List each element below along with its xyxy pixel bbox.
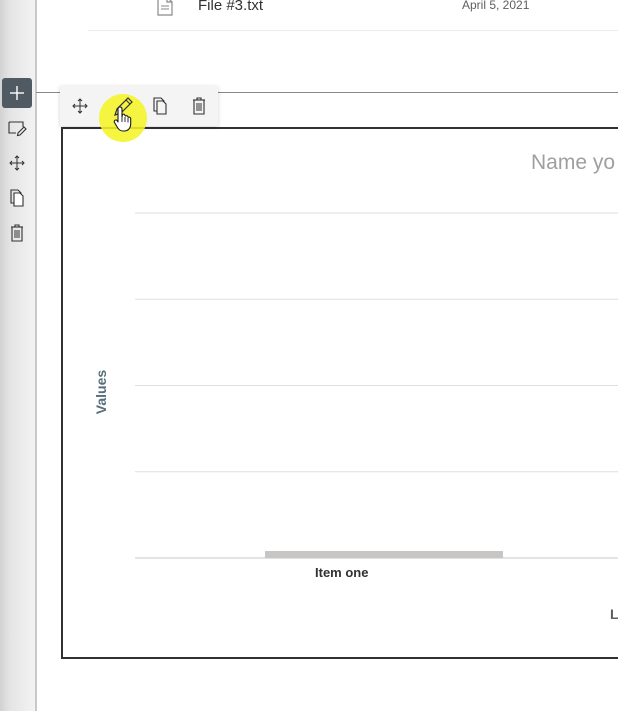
delete-section-button[interactable] (2, 218, 32, 248)
copy-icon (10, 189, 24, 207)
copy-icon (153, 97, 167, 115)
duplicate-web-part-button[interactable] (146, 92, 174, 120)
x-tick-label: Item one (315, 565, 369, 580)
hand-cursor-icon (113, 106, 132, 132)
document-icon (156, 0, 174, 16)
file-list-row[interactable]: File #3.txt April 5, 2021 (88, 0, 618, 31)
duplicate-section-button[interactable] (2, 183, 32, 213)
move-web-part-button[interactable] (66, 92, 94, 120)
trash-icon (11, 224, 23, 242)
add-section-button[interactable] (2, 78, 32, 108)
file-date: April 5, 2021 (462, 0, 530, 12)
trash-icon (193, 97, 205, 115)
legend-label: L (610, 606, 618, 622)
move-icon (72, 98, 88, 114)
plus-icon (10, 86, 24, 100)
bar-0 (265, 551, 503, 558)
chart-web-part[interactable]: Name yo Values Item one L (61, 127, 618, 659)
move-icon (9, 155, 25, 171)
delete-web-part-button[interactable] (185, 92, 213, 120)
file-name[interactable]: File #3.txt (198, 0, 263, 14)
edit-section-icon (8, 121, 27, 137)
section-toolbar (2, 78, 34, 253)
edit-section-button[interactable] (2, 113, 32, 143)
move-section-button[interactable] (2, 148, 32, 178)
